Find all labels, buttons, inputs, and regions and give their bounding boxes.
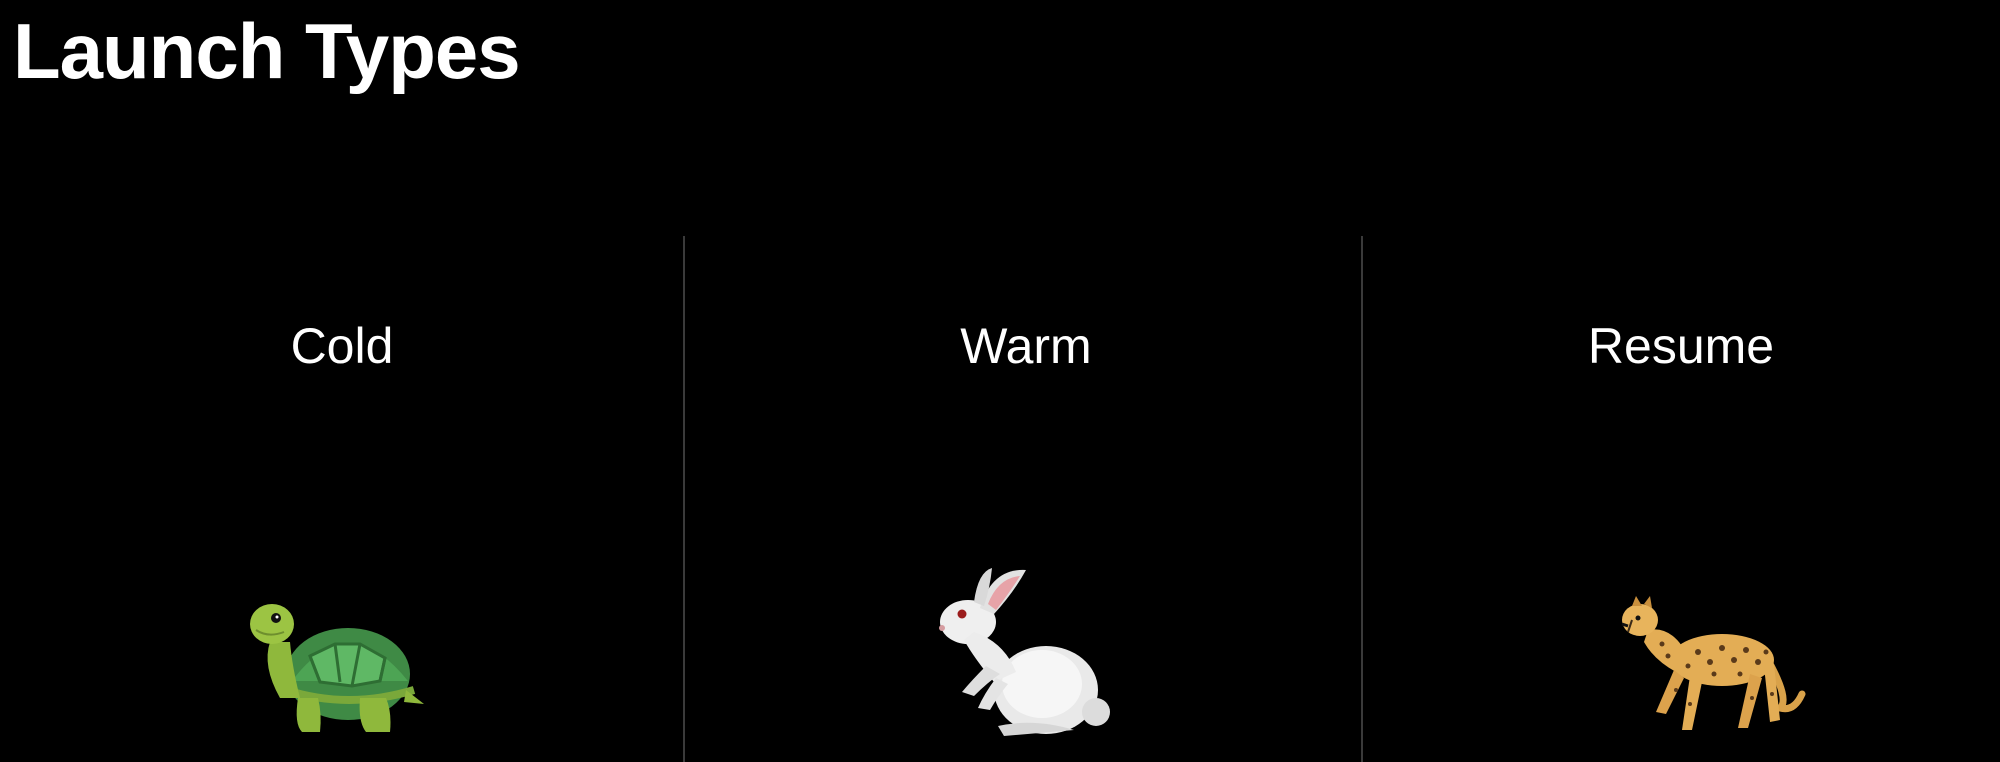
cheetah-icon <box>1621 596 1806 730</box>
column-warm: Warm <box>684 236 1368 762</box>
column-cold: Cold <box>0 236 684 762</box>
slide-title: Launch Types <box>13 7 521 95</box>
column-label-cold: Cold <box>290 318 394 374</box>
turtle-icon <box>250 604 424 732</box>
rabbit-icon <box>939 568 1110 736</box>
launch-type-columns: Cold Warm Resume <box>0 236 2000 762</box>
column-resume: Resume <box>1362 236 2000 762</box>
column-label-resume: Resume <box>1587 318 1775 374</box>
column-label-warm: Warm <box>960 318 1092 374</box>
